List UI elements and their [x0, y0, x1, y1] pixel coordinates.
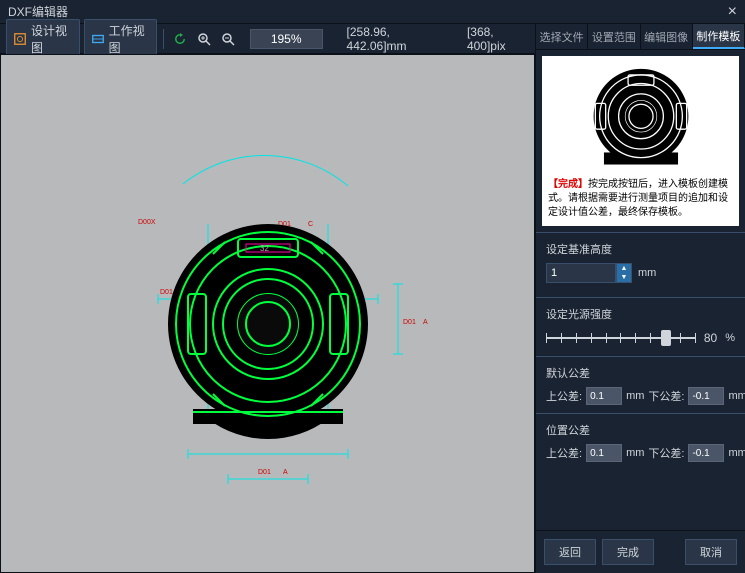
right-tabs: 选择文件 设置范围 编辑图像 制作模板 [536, 24, 745, 50]
coord-px: [368, 400]pix [467, 25, 529, 53]
pos-lower-input[interactable] [688, 444, 724, 462]
done-marker: 【完成】 [548, 179, 588, 190]
upper-tol-label: 上公差: [546, 445, 582, 461]
tab-work-view[interactable]: 工作视图 [84, 19, 158, 59]
tab-edit-image[interactable]: 编辑图像 [641, 24, 693, 49]
svg-text:D01: D01 [258, 469, 271, 476]
section-light: 设定光源强度 80 % [536, 297, 745, 356]
close-icon[interactable]: × [728, 3, 737, 21]
svg-text:D01: D01 [160, 289, 173, 296]
svg-text:A: A [283, 469, 288, 476]
zoom-out-icon[interactable] [218, 28, 238, 50]
right-panel: 选择文件 设置范围 编辑图像 制作模板 [535, 24, 745, 573]
section-base-height: 设定基准高度 ▲ ▼ mm [536, 232, 745, 297]
divider [163, 29, 164, 49]
svg-text:32: 32 [260, 244, 269, 253]
cad-drawing: D00X D01 C D01 A D01 A D01 A [98, 144, 438, 484]
section-position-tolerance: 位置公差 上公差: mm 下公差: mm [536, 413, 745, 470]
canvas[interactable]: D00X D01 C D01 A D01 A D01 A [0, 54, 535, 573]
section-title: 设定基准高度 [546, 241, 735, 257]
lower-tol-label: 下公差: [648, 445, 684, 461]
window-title: DXF编辑器 [8, 3, 68, 20]
toolbar: 设计视图 工作视图 195% [258.96, 442.06]mm [368, … [0, 24, 535, 54]
done-button[interactable]: 完成 [602, 539, 654, 565]
unit-label: % [725, 332, 735, 344]
spinner-down-icon[interactable]: ▼ [617, 273, 631, 282]
default-upper-input[interactable] [586, 387, 622, 405]
base-height-input[interactable] [546, 263, 616, 283]
left-panel: 设计视图 工作视图 195% [258.96, 442.06]mm [368, … [0, 24, 535, 573]
section-title: 位置公差 [546, 422, 735, 438]
main: 设计视图 工作视图 195% [258.96, 442.06]mm [368, … [0, 24, 745, 573]
tab-label: 设计视图 [31, 22, 73, 56]
svg-text:A: A [423, 319, 428, 326]
back-button[interactable]: 返回 [544, 539, 596, 565]
work-view-icon [91, 32, 105, 46]
preview-box: 【完成】按完成按钮后，进入模板创建模式。请根据需要进行测量项目的追加和设定设计值… [542, 56, 739, 226]
upper-tol-label: 上公差: [546, 388, 582, 404]
tab-design-view[interactable]: 设计视图 [6, 19, 80, 59]
cancel-button[interactable]: 取消 [685, 539, 737, 565]
preview-drawing [576, 62, 706, 174]
footer: 返回 完成 取消 [536, 530, 745, 573]
unit-label: mm [626, 390, 644, 402]
svg-text:D00X: D00X [138, 219, 156, 226]
default-lower-input[interactable] [688, 387, 724, 405]
zoom-level[interactable]: 195% [250, 29, 323, 49]
right-body: 【完成】按完成按钮后，进入模板创建模式。请根据需要进行测量项目的追加和设定设计值… [536, 50, 745, 530]
zoom-in-icon[interactable] [194, 28, 214, 50]
tab-set-range[interactable]: 设置范围 [588, 24, 640, 49]
tab-label: 工作视图 [109, 22, 151, 56]
section-title: 设定光源强度 [546, 306, 735, 322]
tab-make-template[interactable]: 制作模板 [693, 24, 745, 49]
pos-upper-input[interactable] [586, 444, 622, 462]
svg-text:C: C [308, 221, 313, 228]
light-slider[interactable] [546, 328, 696, 348]
base-height-spinner: ▲ ▼ [546, 263, 632, 283]
section-default-tolerance: 默认公差 上公差: mm 下公差: mm [536, 356, 745, 413]
unit-label: mm [728, 447, 745, 459]
unit-label: mm [626, 447, 644, 459]
section-title: 默认公差 [546, 365, 735, 381]
slider-thumb[interactable] [661, 330, 671, 346]
design-view-icon [13, 32, 27, 46]
light-value: 80 [704, 331, 717, 345]
coord-mm: [258.96, 442.06]mm [347, 25, 443, 53]
lower-tol-label: 下公差: [648, 388, 684, 404]
svg-text:D01: D01 [403, 319, 416, 326]
tab-select-file[interactable]: 选择文件 [536, 24, 588, 49]
unit-label: mm [728, 390, 745, 402]
instruction-text: 【完成】按完成按钮后，进入模板创建模式。请根据需要进行测量项目的追加和设定设计值… [548, 178, 733, 220]
spinner-up-icon[interactable]: ▲ [617, 264, 631, 273]
unit-label: mm [638, 267, 656, 279]
refresh-icon[interactable] [170, 28, 190, 50]
